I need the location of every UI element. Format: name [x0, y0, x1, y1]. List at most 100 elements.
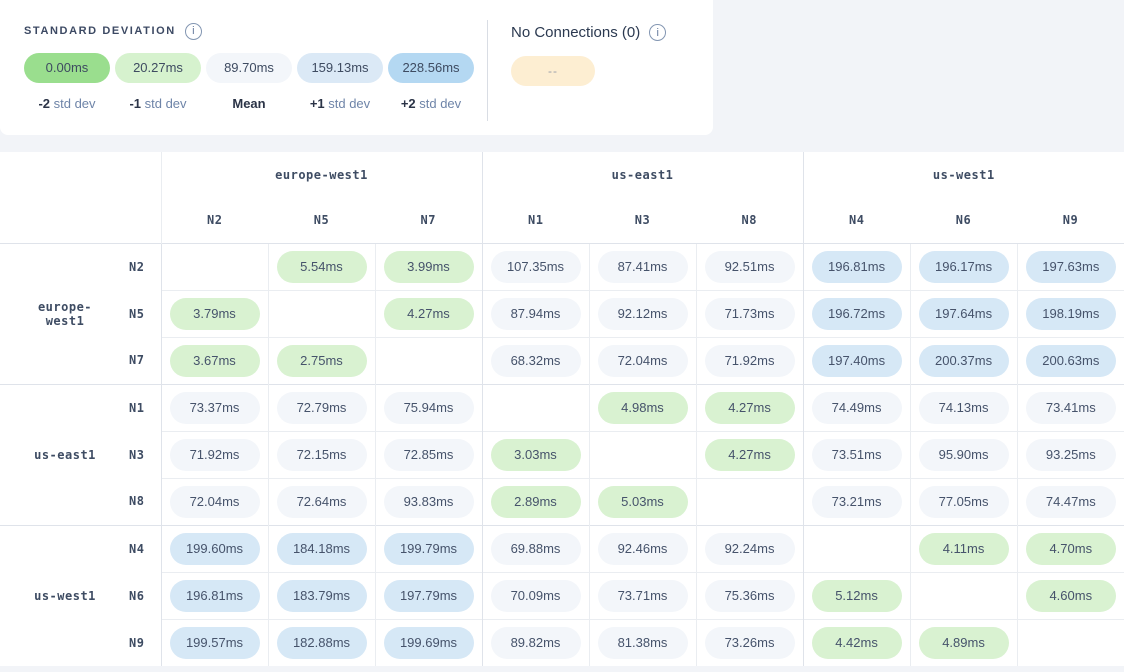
latency-cell-pill[interactable]: 93.83ms	[384, 486, 474, 518]
latency-cell-pill[interactable]: 72.64ms	[277, 486, 367, 518]
latency-cell-pill[interactable]: 87.41ms	[598, 251, 688, 283]
latency-cell-pill[interactable]: 4.89ms	[919, 627, 1009, 659]
latency-cell-pill[interactable]: 92.24ms	[705, 533, 795, 565]
latency-cell-pill[interactable]: 81.38ms	[598, 627, 688, 659]
latency-cell: 71.73ms	[696, 290, 803, 337]
latency-cell-pill[interactable]: 4.27ms	[384, 298, 474, 330]
latency-cell: 197.64ms	[910, 290, 1017, 337]
latency-cell-pill[interactable]: 4.42ms	[812, 627, 902, 659]
latency-cell-pill[interactable]: 2.89ms	[491, 486, 581, 518]
std-deviation-title: STANDARD DEVIATION	[24, 25, 176, 37]
latency-cell-pill[interactable]: 68.32ms	[491, 345, 581, 377]
latency-cell-pill[interactable]: 200.63ms	[1026, 345, 1116, 377]
latency-cell: 3.03ms	[482, 431, 589, 478]
latency-cell-pill[interactable]: 74.49ms	[812, 392, 902, 424]
latency-cell-pill[interactable]: 71.92ms	[170, 439, 260, 471]
latency-cell-pill[interactable]: 72.79ms	[277, 392, 367, 424]
latency-cell-pill[interactable]: 74.13ms	[919, 392, 1009, 424]
latency-cell-pill[interactable]: 4.11ms	[919, 533, 1009, 565]
row-node-label: N2	[110, 243, 161, 290]
matrix-corner-cell	[0, 152, 161, 243]
latency-cell-pill[interactable]: 73.37ms	[170, 392, 260, 424]
info-icon[interactable]: i	[185, 23, 202, 40]
latency-cell-pill[interactable]: 5.03ms	[598, 486, 688, 518]
latency-cell-pill[interactable]: 92.46ms	[598, 533, 688, 565]
latency-cell: 73.51ms	[803, 431, 910, 478]
latency-cell-pill[interactable]: 95.90ms	[919, 439, 1009, 471]
latency-cell-pill[interactable]: 196.17ms	[919, 251, 1009, 283]
latency-cell-pill[interactable]: 70.09ms	[491, 580, 581, 612]
latency-cell-pill[interactable]: 3.03ms	[491, 439, 581, 471]
latency-cell-pill[interactable]: 197.63ms	[1026, 251, 1116, 283]
latency-cell-pill[interactable]: 71.73ms	[705, 298, 795, 330]
latency-cell-pill[interactable]: 4.27ms	[705, 392, 795, 424]
latency-cell-pill[interactable]: 196.72ms	[812, 298, 902, 330]
latency-cell-pill[interactable]: 4.70ms	[1026, 533, 1116, 565]
latency-cell-pill[interactable]: 73.26ms	[705, 627, 795, 659]
latency-cell-pill[interactable]: 184.18ms	[277, 533, 367, 565]
latency-cell-pill[interactable]: 5.12ms	[812, 580, 902, 612]
latency-cell-pill[interactable]: 73.51ms	[812, 439, 902, 471]
latency-cell-pill[interactable]: 199.57ms	[170, 627, 260, 659]
latency-cell-pill[interactable]: 200.37ms	[919, 345, 1009, 377]
latency-cell-pill[interactable]: 183.79ms	[277, 580, 367, 612]
latency-cell-pill[interactable]: 2.75ms	[277, 345, 367, 377]
latency-cell-pill[interactable]: 77.05ms	[919, 486, 1009, 518]
latency-cell-pill[interactable]: 92.12ms	[598, 298, 688, 330]
column-node-label: N5	[268, 198, 375, 243]
latency-cell-pill[interactable]: 74.47ms	[1026, 486, 1116, 518]
latency-cell: 4.27ms	[696, 431, 803, 478]
no-connections-title: No Connections (0)	[511, 24, 640, 41]
latency-cell-pill[interactable]: 87.94ms	[491, 298, 581, 330]
latency-cell-pill[interactable]: 199.60ms	[170, 533, 260, 565]
latency-cell-pill[interactable]: 72.85ms	[384, 439, 474, 471]
latency-cell-pill[interactable]: 4.98ms	[598, 392, 688, 424]
latency-cell-pill[interactable]: 3.79ms	[170, 298, 260, 330]
latency-cell-pill[interactable]: 93.25ms	[1026, 439, 1116, 471]
latency-cell-pill[interactable]: 3.99ms	[384, 251, 474, 283]
latency-cell-pill[interactable]: 197.40ms	[812, 345, 902, 377]
latency-cell: 4.89ms	[910, 619, 1017, 666]
latency-cell-pill[interactable]: 72.04ms	[170, 486, 260, 518]
latency-cell-pill[interactable]: 5.54ms	[277, 251, 367, 283]
matrix-row: N872.04ms72.64ms93.83ms2.89ms5.03ms73.21…	[0, 478, 1124, 525]
latency-cell-pill[interactable]: 4.60ms	[1026, 580, 1116, 612]
latency-cell-pill[interactable]: 107.35ms	[491, 251, 581, 283]
latency-cell-pill[interactable]: 73.41ms	[1026, 392, 1116, 424]
latency-cell: 200.63ms	[1017, 337, 1124, 384]
legend-card: STANDARD DEVIATION i 0.00ms20.27ms89.70m…	[0, 0, 713, 135]
latency-cell-pill[interactable]: 75.36ms	[705, 580, 795, 612]
std-deviation-labels: -2 std dev-1 std devMean+1 std dev+2 std…	[24, 96, 474, 111]
latency-cell-pill[interactable]: 89.82ms	[491, 627, 581, 659]
latency-cell-pill[interactable]: 3.67ms	[170, 345, 260, 377]
latency-cell-pill[interactable]: 72.04ms	[598, 345, 688, 377]
latency-cell: 68.32ms	[482, 337, 589, 384]
latency-cell-pill[interactable]: 199.69ms	[384, 627, 474, 659]
latency-cell-pill[interactable]: 4.27ms	[705, 439, 795, 471]
latency-cell-pill[interactable]: 73.71ms	[598, 580, 688, 612]
latency-cell-pill[interactable]: 69.88ms	[491, 533, 581, 565]
latency-cell-pill[interactable]: 182.88ms	[277, 627, 367, 659]
latency-cell: 184.18ms	[268, 525, 375, 572]
latency-cell: 197.40ms	[803, 337, 910, 384]
info-icon[interactable]: i	[649, 24, 666, 41]
latency-cell: 81.38ms	[589, 619, 696, 666]
latency-cell-pill[interactable]: 196.81ms	[812, 251, 902, 283]
latency-cell: 5.03ms	[589, 478, 696, 525]
latency-cell: 87.94ms	[482, 290, 589, 337]
latency-cell: 3.67ms	[161, 337, 268, 384]
std-deviation-legend-pill: 20.27ms	[115, 53, 201, 83]
latency-cell-pill[interactable]: 92.51ms	[705, 251, 795, 283]
latency-cell-pill[interactable]: 197.64ms	[919, 298, 1009, 330]
latency-cell-pill[interactable]: 198.19ms	[1026, 298, 1116, 330]
latency-cell: 77.05ms	[910, 478, 1017, 525]
latency-cell-pill[interactable]: 196.81ms	[170, 580, 260, 612]
latency-cell-pill[interactable]: 75.94ms	[384, 392, 474, 424]
latency-cell: 2.75ms	[268, 337, 375, 384]
latency-cell-pill[interactable]: 72.15ms	[277, 439, 367, 471]
latency-cell: 92.51ms	[696, 243, 803, 290]
latency-cell-pill[interactable]: 71.92ms	[705, 345, 795, 377]
latency-cell-pill[interactable]: 197.79ms	[384, 580, 474, 612]
latency-cell-pill[interactable]: 73.21ms	[812, 486, 902, 518]
latency-cell-pill[interactable]: 199.79ms	[384, 533, 474, 565]
